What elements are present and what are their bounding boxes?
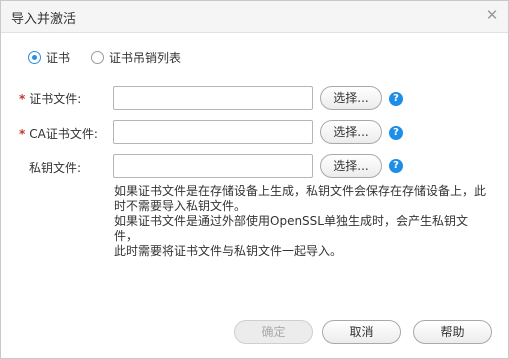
radio-crl-indicator[interactable] bbox=[91, 50, 104, 64]
cert-file-choose-button[interactable]: 选择... bbox=[320, 86, 382, 110]
help-button[interactable]: 帮助 bbox=[413, 320, 492, 344]
dialog-title-bar: 导入并激活 ✕ bbox=[1, 1, 508, 33]
radio-certificate[interactable]: 证书 bbox=[28, 48, 70, 66]
close-icon[interactable]: ✕ bbox=[484, 7, 500, 23]
cert-file-label: * 证书文件: bbox=[19, 90, 81, 107]
ca-cert-file-label-text: CA证书文件: bbox=[29, 127, 98, 141]
private-key-file-help-icon[interactable]: ? bbox=[389, 159, 403, 173]
radio-certificate-label: 证书 bbox=[46, 50, 71, 65]
ok-button[interactable]: 确定 bbox=[234, 320, 313, 344]
import-activate-dialog: 导入并激活 ✕ 证书 证书吊销列表 * 证书文件: 选择... ? * CA证书文件… bbox=[0, 0, 509, 359]
required-mark: * bbox=[19, 127, 26, 141]
note-text: 如果证书文件是在存储设备上生成，私钥文件会保存在存储设备上，此 时不需要导入私钥… bbox=[114, 184, 489, 259]
note-line: 此时需要将证书文件与私钥文件一起导入。 bbox=[114, 244, 343, 258]
private-key-file-input[interactable] bbox=[113, 154, 313, 178]
cert-file-help-icon[interactable]: ? bbox=[389, 92, 403, 106]
cert-file-input[interactable] bbox=[113, 86, 313, 110]
dialog-title: 导入并激活 bbox=[11, 12, 77, 27]
required-mark: * bbox=[19, 92, 26, 106]
ca-cert-file-help-icon[interactable]: ? bbox=[389, 126, 403, 140]
note-line: 如果证书文件是通过外部使用OpenSSL单独生成时，会产生私钥文件， bbox=[114, 214, 468, 243]
cancel-button[interactable]: 取消 bbox=[322, 320, 401, 344]
radio-certificate-indicator[interactable] bbox=[28, 50, 41, 64]
private-key-file-choose-button[interactable]: 选择... bbox=[320, 154, 382, 178]
radio-crl[interactable]: 证书吊销列表 bbox=[91, 48, 181, 66]
private-key-file-label: 私钥文件: bbox=[29, 161, 82, 175]
ca-cert-file-label: * CA证书文件: bbox=[19, 125, 98, 142]
note-line: 如果证书文件是在存储设备上生成，私钥文件会保存在存储设备上，此 bbox=[114, 184, 487, 198]
ca-cert-file-choose-button[interactable]: 选择... bbox=[320, 120, 382, 144]
ca-cert-file-input[interactable] bbox=[113, 120, 313, 144]
cert-file-label-text: 证书文件: bbox=[29, 92, 82, 106]
note-line: 时不需要导入私钥文件。 bbox=[114, 199, 247, 213]
radio-crl-label: 证书吊销列表 bbox=[109, 50, 182, 65]
